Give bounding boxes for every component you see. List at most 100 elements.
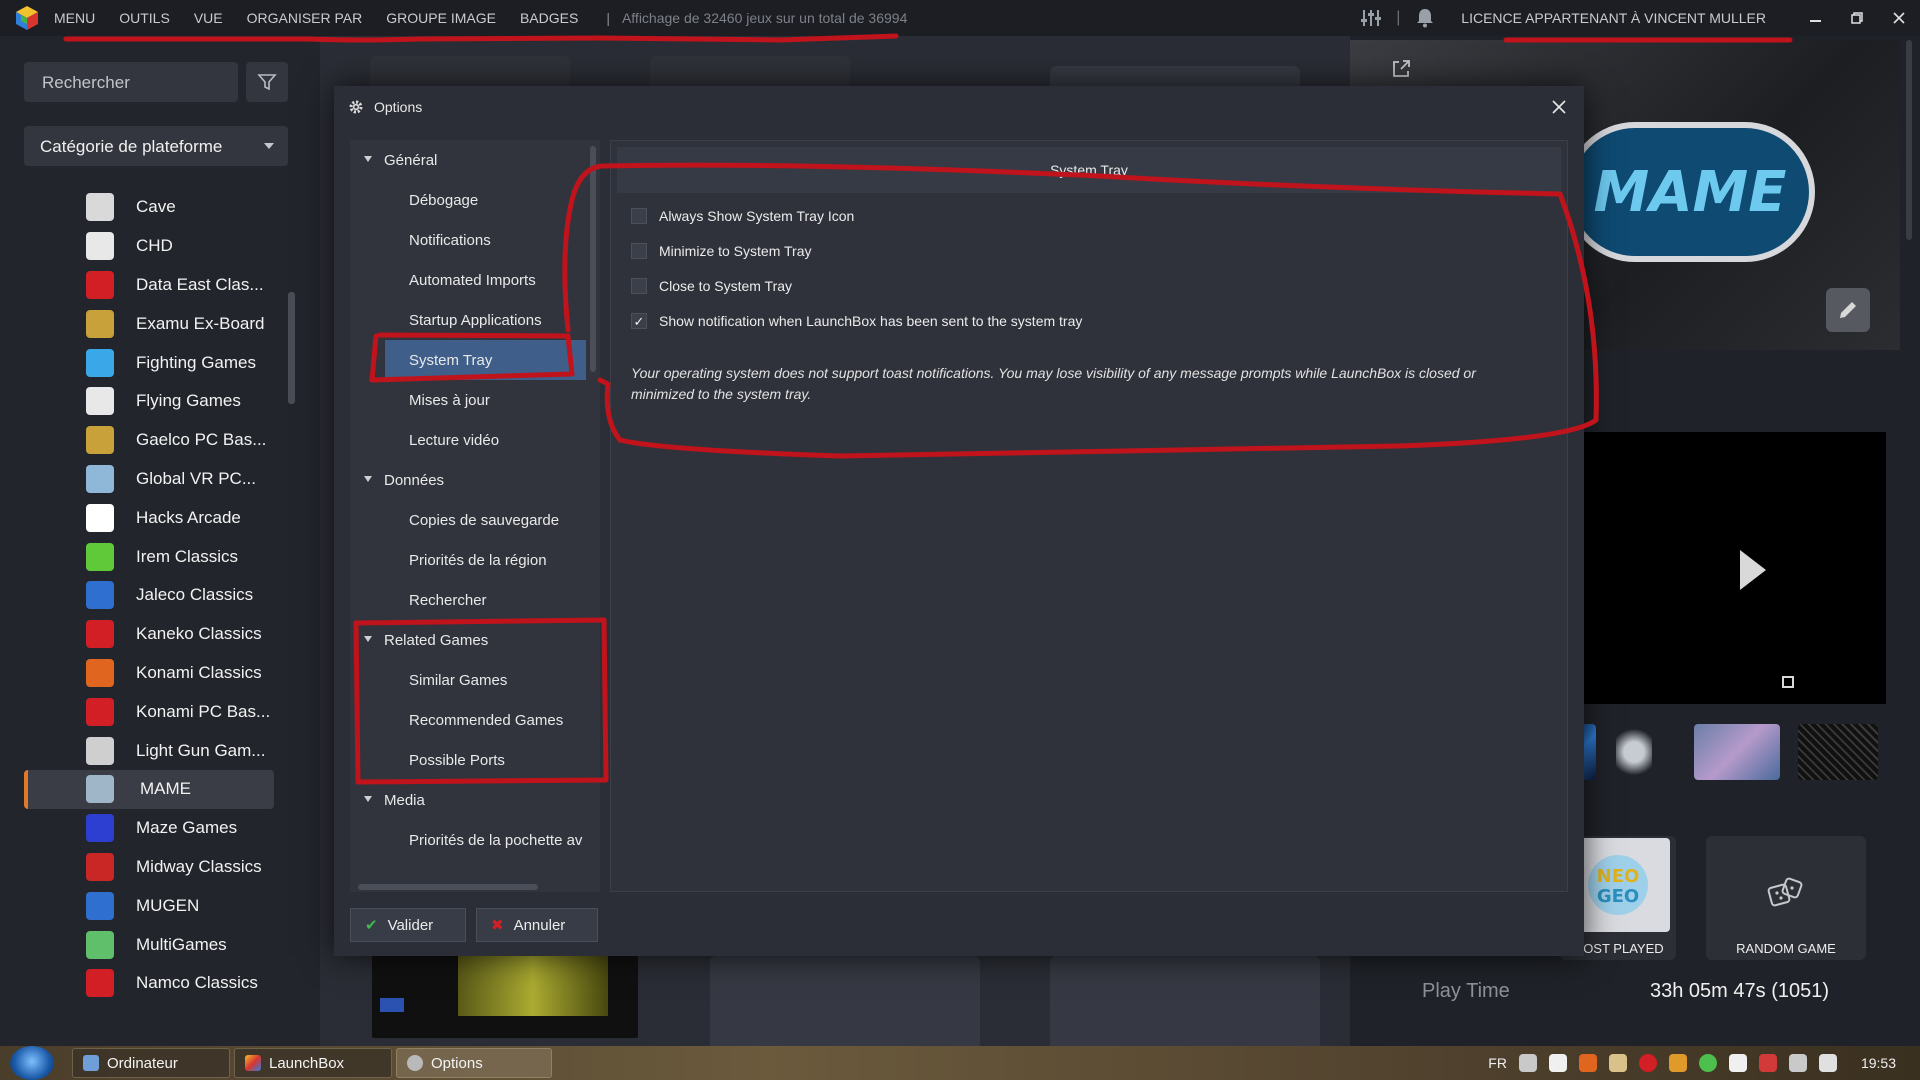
platform-item[interactable]: Jaleco Classics (24, 576, 274, 615)
game-box-art[interactable] (372, 948, 638, 1038)
avast-icon[interactable] (1578, 1054, 1597, 1072)
option-checkbox-row[interactable]: ✓ Show notification when LaunchBox has be… (631, 310, 1082, 332)
expand-triangle-icon[interactable] (364, 476, 372, 482)
language-indicator[interactable]: FR (1488, 1055, 1507, 1071)
menu-item-badges[interactable]: BADGES (520, 10, 578, 26)
checkbox-checked[interactable]: ✓ (631, 313, 647, 329)
menu-item-menu[interactable]: MENU (54, 10, 95, 26)
search-input[interactable]: Rechercher (24, 62, 238, 102)
platform-item[interactable]: Irem Classics (24, 537, 274, 576)
menu-item-organiser-par[interactable]: ORGANISER PAR (247, 10, 363, 26)
tree-category[interactable]: Media (350, 780, 600, 820)
expand-triangle-icon[interactable] (364, 796, 372, 802)
tree-item[interactable]: Startup Applications (350, 300, 600, 340)
flag-icon[interactable] (1728, 1054, 1747, 1072)
antivirus-icon[interactable] (1638, 1054, 1657, 1072)
close-window-icon[interactable] (1878, 0, 1920, 36)
tree-item[interactable]: Automated Imports (350, 260, 600, 300)
tree-scrollbar[interactable] (590, 146, 596, 372)
tray-app-icon[interactable] (1608, 1054, 1627, 1072)
platform-item[interactable]: Gaelco PC Bas... (24, 421, 274, 460)
tree-item[interactable]: Rechercher (350, 580, 600, 620)
speaker-tray-icon[interactable] (1668, 1054, 1687, 1072)
platform-item[interactable]: Light Gun Gam... (24, 731, 274, 770)
platform-item[interactable]: Global VR PC... (24, 460, 274, 499)
tree-category[interactable]: Related Games (350, 620, 600, 660)
restore-icon[interactable] (1836, 0, 1878, 36)
taskbar-item-launchbox[interactable]: LaunchBox (234, 1048, 392, 1078)
tree-item[interactable]: Mises à jour (350, 380, 600, 420)
option-checkbox-row[interactable]: Minimize to System Tray (631, 240, 811, 262)
notification-bell-icon[interactable] (1413, 6, 1437, 30)
platform-item[interactable]: CHD (24, 227, 274, 266)
taskbar-item-ordinateur[interactable]: Ordinateur (72, 1048, 230, 1078)
menu-item-vue[interactable]: VUE (194, 10, 223, 26)
tree-item[interactable]: Similar Games (350, 660, 600, 700)
tree-item-label: Données (384, 471, 445, 489)
play-icon[interactable] (1740, 550, 1766, 590)
platform-item[interactable]: Konami PC Bas... (24, 692, 274, 731)
external-link-icon[interactable] (1390, 58, 1412, 80)
checkbox[interactable] (631, 243, 647, 259)
checkbox[interactable] (631, 278, 647, 294)
option-checkbox-row[interactable]: Close to System Tray (631, 275, 792, 297)
platform-category-dropdown[interactable]: Catégorie de plateforme (24, 126, 288, 166)
tray-app-icon[interactable] (1758, 1054, 1777, 1072)
platform-item[interactable]: Hacks Arcade (24, 498, 274, 537)
tree-item[interactable]: Lecture vidéo (350, 420, 600, 460)
equalizer-icon[interactable] (1359, 6, 1383, 30)
platform-item[interactable]: Examu Ex-Board (24, 304, 274, 343)
option-checkbox-row[interactable]: Always Show System Tray Icon (631, 205, 854, 227)
ok-button[interactable]: ✔ Valider (350, 908, 466, 942)
tree-item[interactable]: Priorités de la région (350, 540, 600, 580)
minimize-icon[interactable] (1794, 0, 1836, 36)
tree-item[interactable]: Possible Ports (350, 740, 600, 780)
platform-item[interactable]: Midway Classics (24, 848, 274, 887)
fullscreen-icon[interactable] (1782, 676, 1794, 688)
tree-item[interactable]: System Tray (385, 340, 586, 380)
media-thumbnail[interactable] (1798, 724, 1878, 780)
platform-item[interactable]: Kaneko Classics (24, 615, 274, 654)
volume-icon[interactable] (1818, 1054, 1837, 1072)
clock[interactable]: 19:53 (1861, 1055, 1896, 1071)
taskbar-item-options[interactable]: Options (396, 1048, 552, 1078)
tree-horizontal-scrollbar[interactable] (358, 884, 538, 890)
platform-item[interactable]: Konami Classics (24, 654, 274, 693)
platform-item[interactable]: MUGEN (24, 886, 274, 925)
expand-triangle-icon[interactable] (364, 636, 372, 642)
tree-category[interactable]: Données (350, 460, 600, 500)
platform-item[interactable]: MAME (24, 769, 274, 809)
platform-item[interactable]: Maze Games (24, 809, 274, 848)
checkbox[interactable] (631, 208, 647, 224)
tree-item[interactable]: Notifications (350, 220, 600, 260)
sidebar-scrollbar[interactable] (288, 292, 295, 404)
filter-button[interactable] (246, 62, 288, 102)
media-thumbnail[interactable] (1616, 724, 1652, 780)
menu-item-outils[interactable]: OUTILS (119, 10, 170, 26)
tree-item[interactable]: Copies de sauvegarde (350, 500, 600, 540)
network-icon[interactable] (1518, 1054, 1537, 1072)
platform-item[interactable]: Namco Classics (24, 964, 274, 1003)
tree-category[interactable]: Général (350, 140, 600, 180)
media-thumbnail[interactable] (1694, 724, 1780, 780)
platform-item[interactable]: Cave (24, 188, 274, 227)
platform-item[interactable]: Flying Games (24, 382, 274, 421)
platform-item[interactable]: Data East Clas... (24, 266, 274, 305)
edit-button[interactable] (1826, 288, 1870, 332)
whatsapp-icon[interactable] (1698, 1054, 1717, 1072)
tree-item[interactable]: Recommended Games (350, 700, 600, 740)
platform-item[interactable]: MultiGames (24, 925, 274, 964)
display-icon[interactable] (1788, 1054, 1807, 1072)
random-game-card[interactable]: RANDOM GAME (1706, 836, 1866, 960)
cancel-button[interactable]: ✖ Annuler (476, 908, 598, 942)
platform-item[interactable]: Fighting Games (24, 343, 274, 382)
expand-triangle-icon[interactable] (364, 156, 372, 162)
drive-icon[interactable] (1548, 1054, 1567, 1072)
tree-item[interactable]: Priorités de la pochette av (350, 820, 600, 860)
menu-item-groupe-image[interactable]: GROUPE IMAGE (386, 10, 496, 26)
tree-item[interactable]: Débogage (350, 180, 600, 220)
start-button[interactable] (10, 1046, 54, 1080)
details-scrollbar[interactable] (1906, 40, 1912, 240)
close-icon[interactable] (1544, 92, 1574, 122)
video-player[interactable] (1560, 432, 1886, 704)
